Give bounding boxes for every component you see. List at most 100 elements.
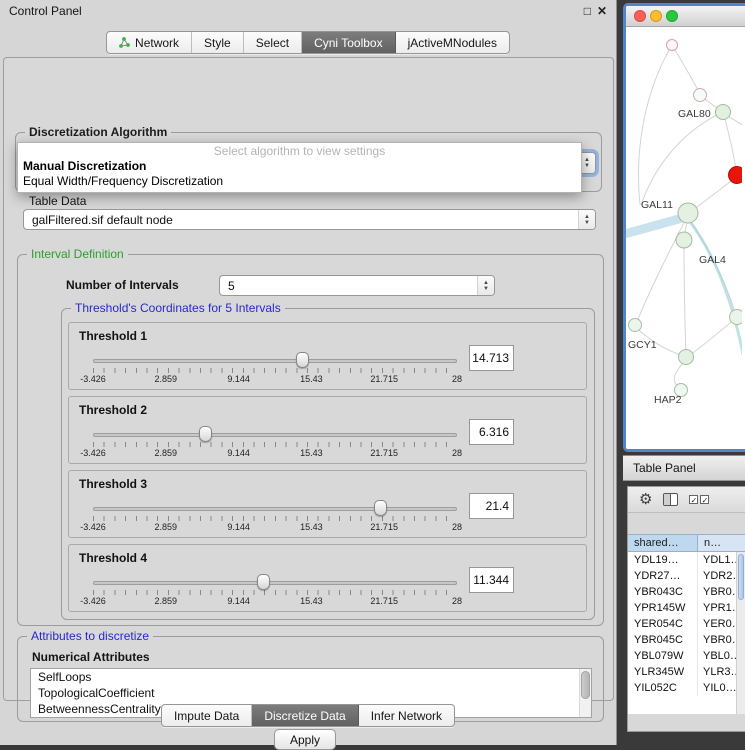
table-scrollbar[interactable]: [736, 552, 745, 714]
minimize-traffic-light[interactable]: [650, 10, 662, 22]
stepper-icon[interactable]: ▲ ▼: [477, 276, 494, 295]
column-header-name[interactable]: n…: [698, 535, 745, 551]
scale-label: 9.144: [227, 522, 250, 532]
node-label: GAL4: [699, 254, 726, 266]
threshold-label: Threshold 1: [79, 329, 147, 343]
tab-jactivemnodules[interactable]: jActiveMNodules: [396, 32, 509, 53]
list-item[interactable]: TopologicalCoefficient: [31, 685, 591, 701]
checkbox-icon: ✓: [700, 495, 709, 504]
dropdown-option-manual[interactable]: Manual Discretization: [18, 159, 581, 174]
edge: [684, 242, 686, 356]
list-item[interactable]: SelfLoops: [31, 669, 591, 685]
network-node[interactable]: [730, 310, 743, 325]
slider-track[interactable]: [93, 581, 457, 585]
node-label: GCY1: [628, 339, 657, 351]
tab-infer-network[interactable]: Infer Network: [359, 705, 454, 726]
network-node[interactable]: [694, 89, 707, 102]
select-columns-icon[interactable]: ✓ ✓: [689, 495, 709, 504]
network-node[interactable]: [629, 319, 642, 332]
dropdown-option-equal-width[interactable]: Equal Width/Frequency Discretization: [18, 174, 581, 189]
table-row[interactable]: YER054C YER0…: [628, 616, 745, 632]
scrollbar-thumb[interactable]: [581, 671, 590, 699]
table-row[interactable]: YLR345W YLR3…: [628, 664, 745, 680]
table-panel-header[interactable]: Table Panel: [623, 455, 745, 481]
scale-label: 2.859: [155, 374, 178, 384]
minimize-icon[interactable]: □: [584, 4, 591, 18]
table-data-combobox[interactable]: galFiltered.sif default node ▲ ▼: [23, 209, 596, 230]
column-header-shared-name[interactable]: shared…: [628, 535, 698, 551]
threshold-value-input[interactable]: 11.344: [469, 567, 514, 593]
tab-network[interactable]: Network: [107, 32, 192, 53]
table-row[interactable]: YIL052C YIL0…: [628, 680, 745, 696]
control-panel-titlebar[interactable]: Control Panel □ ✕: [0, 0, 616, 22]
network-node[interactable]: [678, 203, 698, 223]
scale-label: 28: [452, 596, 462, 606]
bottom-tab-segment: Impute Data Discretize Data Infer Networ…: [161, 704, 455, 727]
network-node[interactable]: [667, 40, 678, 51]
network-node[interactable]: [716, 105, 731, 120]
scale-label: -3.426: [80, 596, 106, 606]
cell-shared-name: YDL19…: [628, 552, 698, 568]
number-of-intervals-combobox[interactable]: 5 ▲ ▼: [219, 275, 495, 296]
network-node[interactable]: [679, 350, 694, 365]
tab-impute-data[interactable]: Impute Data: [162, 705, 252, 726]
arrow-down-icon: ▼: [584, 163, 590, 169]
threshold-label: Threshold 2: [79, 403, 147, 417]
edge: [690, 177, 736, 212]
threshold-slider[interactable]: -3.426 2.859 9.144 15.43 21.715 28: [93, 425, 457, 459]
table-row[interactable]: YDR27… YDR2…: [628, 568, 745, 584]
slider-track[interactable]: [93, 359, 457, 363]
threshold-panel-3: Threshold 3 21.4 -3.426 2.859 9.144 15.4…: [68, 470, 587, 538]
threshold-value-input[interactable]: 21.4: [469, 493, 514, 519]
scale-label: 9.144: [227, 374, 250, 384]
close-traffic-light[interactable]: [634, 10, 646, 22]
slider-ticks: [93, 516, 457, 521]
tab-style[interactable]: Style: [192, 32, 244, 53]
gear-icon[interactable]: ⚙: [639, 492, 652, 507]
combo-value: 5: [228, 279, 235, 293]
network-window-titlebar[interactable]: [626, 6, 745, 27]
scale-label: 2.859: [155, 522, 178, 532]
scrollbar-thumb[interactable]: [738, 554, 744, 600]
threshold-value-input[interactable]: 14.713: [469, 345, 514, 371]
threshold-panel-4: Threshold 4 11.344 -3.426 2.859 9.144 15…: [68, 544, 587, 612]
threshold-slider[interactable]: -3.426 2.859 9.144 15.43 21.715 28: [93, 499, 457, 533]
apply-button[interactable]: Apply: [274, 729, 336, 750]
slider-thumb[interactable]: [199, 426, 212, 442]
threshold-slider[interactable]: -3.426 2.859 9.144 15.43 21.715 28: [93, 351, 457, 385]
table-row[interactable]: YBL079W YBL0…: [628, 648, 745, 664]
stepper-icon[interactable]: ▲ ▼: [578, 210, 595, 229]
close-icon[interactable]: ✕: [597, 4, 607, 18]
network-node-selected-red[interactable]: [729, 167, 743, 184]
slider-thumb[interactable]: [296, 352, 309, 368]
tab-discretize-data[interactable]: Discretize Data: [252, 705, 358, 726]
scale-label: -3.426: [80, 374, 106, 384]
tab-label: Select: [256, 36, 289, 50]
slider-track[interactable]: [93, 507, 457, 511]
scale-label: 15.43: [300, 374, 323, 384]
scale-label: 21.715: [370, 522, 398, 532]
edge: [672, 45, 700, 94]
edge: [723, 112, 737, 174]
dropdown-placeholder: Select algorithm to view settings: [18, 144, 581, 159]
zoom-traffic-light[interactable]: [666, 10, 678, 22]
table-row[interactable]: YBR043C YBR0…: [628, 584, 745, 600]
tab-label: Impute Data: [174, 709, 239, 723]
network-node[interactable]: [676, 232, 692, 248]
tab-select[interactable]: Select: [244, 32, 302, 53]
table-data-label: Table Data: [29, 194, 86, 208]
table-row[interactable]: YBR045C YBR0…: [628, 632, 745, 648]
node-label: GAL11: [641, 199, 673, 211]
tab-cyni-toolbox[interactable]: Cyni Toolbox: [302, 32, 395, 53]
scale-label: 15.43: [300, 448, 323, 458]
table-row[interactable]: YDL19… YDL1…: [628, 552, 745, 568]
threshold-slider[interactable]: -3.426 2.859 9.144 15.43 21.715 28: [93, 573, 457, 607]
slider-thumb[interactable]: [257, 574, 270, 590]
slider-track[interactable]: [93, 433, 457, 437]
arrow-down-icon: ▼: [483, 286, 489, 292]
columns-icon[interactable]: [663, 493, 678, 506]
table-row[interactable]: YPR145W YPR1…: [628, 600, 745, 616]
threshold-value-input[interactable]: 6.316: [469, 419, 514, 445]
network-canvas[interactable]: GAL80 GAL11 GAL4 GCY1 HAP2: [626, 27, 742, 449]
slider-thumb[interactable]: [374, 500, 387, 516]
